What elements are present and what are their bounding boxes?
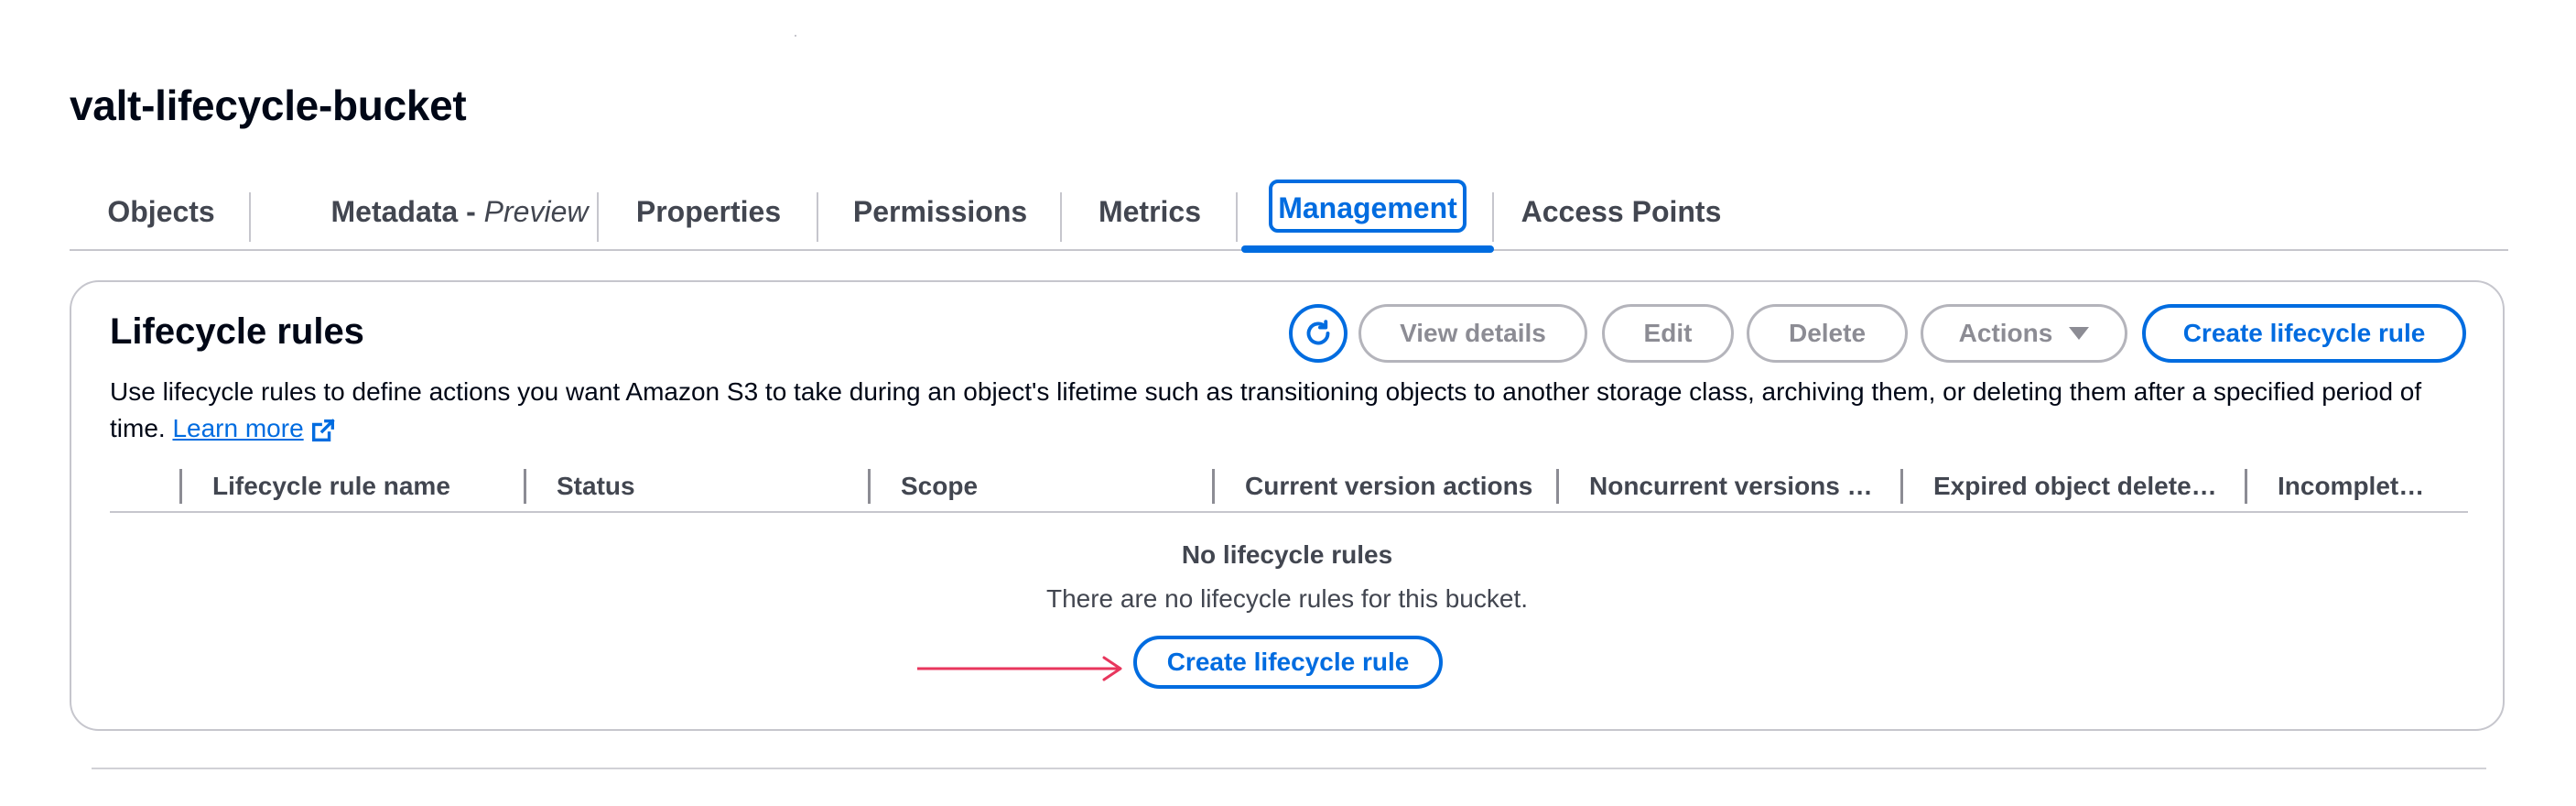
active-tab-indicator	[1241, 245, 1494, 253]
table-header: Lifecycle rule name Status Scope Current…	[110, 462, 2468, 513]
column-header-noncurrent-versions[interactable]: Noncurrent versions …	[1589, 462, 1873, 511]
description-text: Use lifecycle rules to define actions yo…	[110, 377, 2422, 442]
tab-separator	[1492, 192, 1494, 242]
column-header-expired-object-delete[interactable]: Expired object delete…	[1933, 462, 2217, 511]
caret-down-icon	[2069, 327, 2090, 340]
column-separator	[2245, 469, 2247, 504]
tab-label: Access Points	[1521, 194, 1722, 228]
tab-label: Permissions	[852, 194, 1028, 228]
column-separator	[1900, 469, 1903, 504]
column-header-name[interactable]: Lifecycle rule name	[212, 462, 450, 511]
button-label: Actions	[1958, 319, 2053, 347]
button-label: View details	[1400, 319, 1546, 347]
empty-state-description: There are no lifecycle rules for this bu…	[1045, 584, 1528, 613]
empty-state-title: No lifecycle rules	[1181, 540, 1393, 569]
annotation-arrow	[917, 656, 1122, 681]
edit-button[interactable]: Edit	[1602, 304, 1734, 363]
column-separator	[524, 469, 526, 504]
section-title: Lifecycle rules	[110, 311, 364, 352]
button-label: Create lifecycle rule	[1166, 648, 1410, 676]
bucket-tabs: Objects Metadata - Preview Properties Pe…	[70, 172, 2508, 253]
delete-button[interactable]: Delete	[1747, 304, 1908, 363]
lifecycle-rules-panel: Lifecycle rules View details Edit Delete…	[70, 280, 2505, 731]
learn-more-label: Learn more	[172, 414, 304, 442]
column-header-current-version-actions[interactable]: Current version actions	[1245, 462, 1532, 511]
section-description: Use lifecycle rules to define actions yo…	[110, 374, 2472, 447]
tab-objects[interactable]: Objects	[70, 172, 253, 251]
decorative-dot	[795, 35, 796, 37]
column-header-status[interactable]: Status	[557, 462, 635, 511]
section-divider	[92, 768, 2486, 769]
tab-properties[interactable]: Properties	[599, 172, 818, 251]
tab-label: Management	[1278, 191, 1457, 224]
refresh-button[interactable]	[1289, 304, 1348, 363]
tab-access-points[interactable]: Access Points	[1496, 172, 1747, 251]
refresh-icon	[1306, 320, 1330, 345]
learn-more-link[interactable]: Learn more	[172, 414, 336, 442]
tab-label: Properties	[635, 194, 782, 228]
tab-permissions[interactable]: Permissions	[818, 172, 1062, 251]
tab-management[interactable]: Management	[1241, 172, 1494, 253]
column-separator	[1212, 469, 1215, 504]
column-separator	[868, 469, 871, 504]
column-header-scope[interactable]: Scope	[901, 462, 978, 511]
button-label: Delete	[1788, 319, 1867, 347]
button-label: Create lifecycle rule	[2182, 319, 2426, 347]
empty-state-create-button[interactable]: Create lifecycle rule	[1133, 636, 1443, 689]
tab-label: Metrics	[1098, 194, 1202, 228]
bucket-title: valt-lifecycle-bucket	[70, 82, 467, 129]
view-details-button[interactable]: View details	[1358, 304, 1587, 363]
create-lifecycle-rule-button[interactable]: Create lifecycle rule	[2142, 304, 2466, 363]
tab-metrics[interactable]: Metrics	[1062, 172, 1238, 251]
column-separator	[1556, 469, 1559, 504]
tab-separator	[1236, 192, 1238, 242]
actions-dropdown[interactable]: Actions	[1921, 304, 2127, 363]
tab-label: Objects	[107, 194, 215, 228]
button-label: Edit	[1643, 319, 1693, 347]
tab-label: Metadata -	[330, 194, 484, 228]
column-separator	[179, 469, 182, 504]
column-header-incomplete[interactable]: Incomplet…	[2278, 462, 2424, 511]
tab-label-preview: Preview	[483, 194, 589, 228]
external-link-icon	[311, 418, 335, 441]
